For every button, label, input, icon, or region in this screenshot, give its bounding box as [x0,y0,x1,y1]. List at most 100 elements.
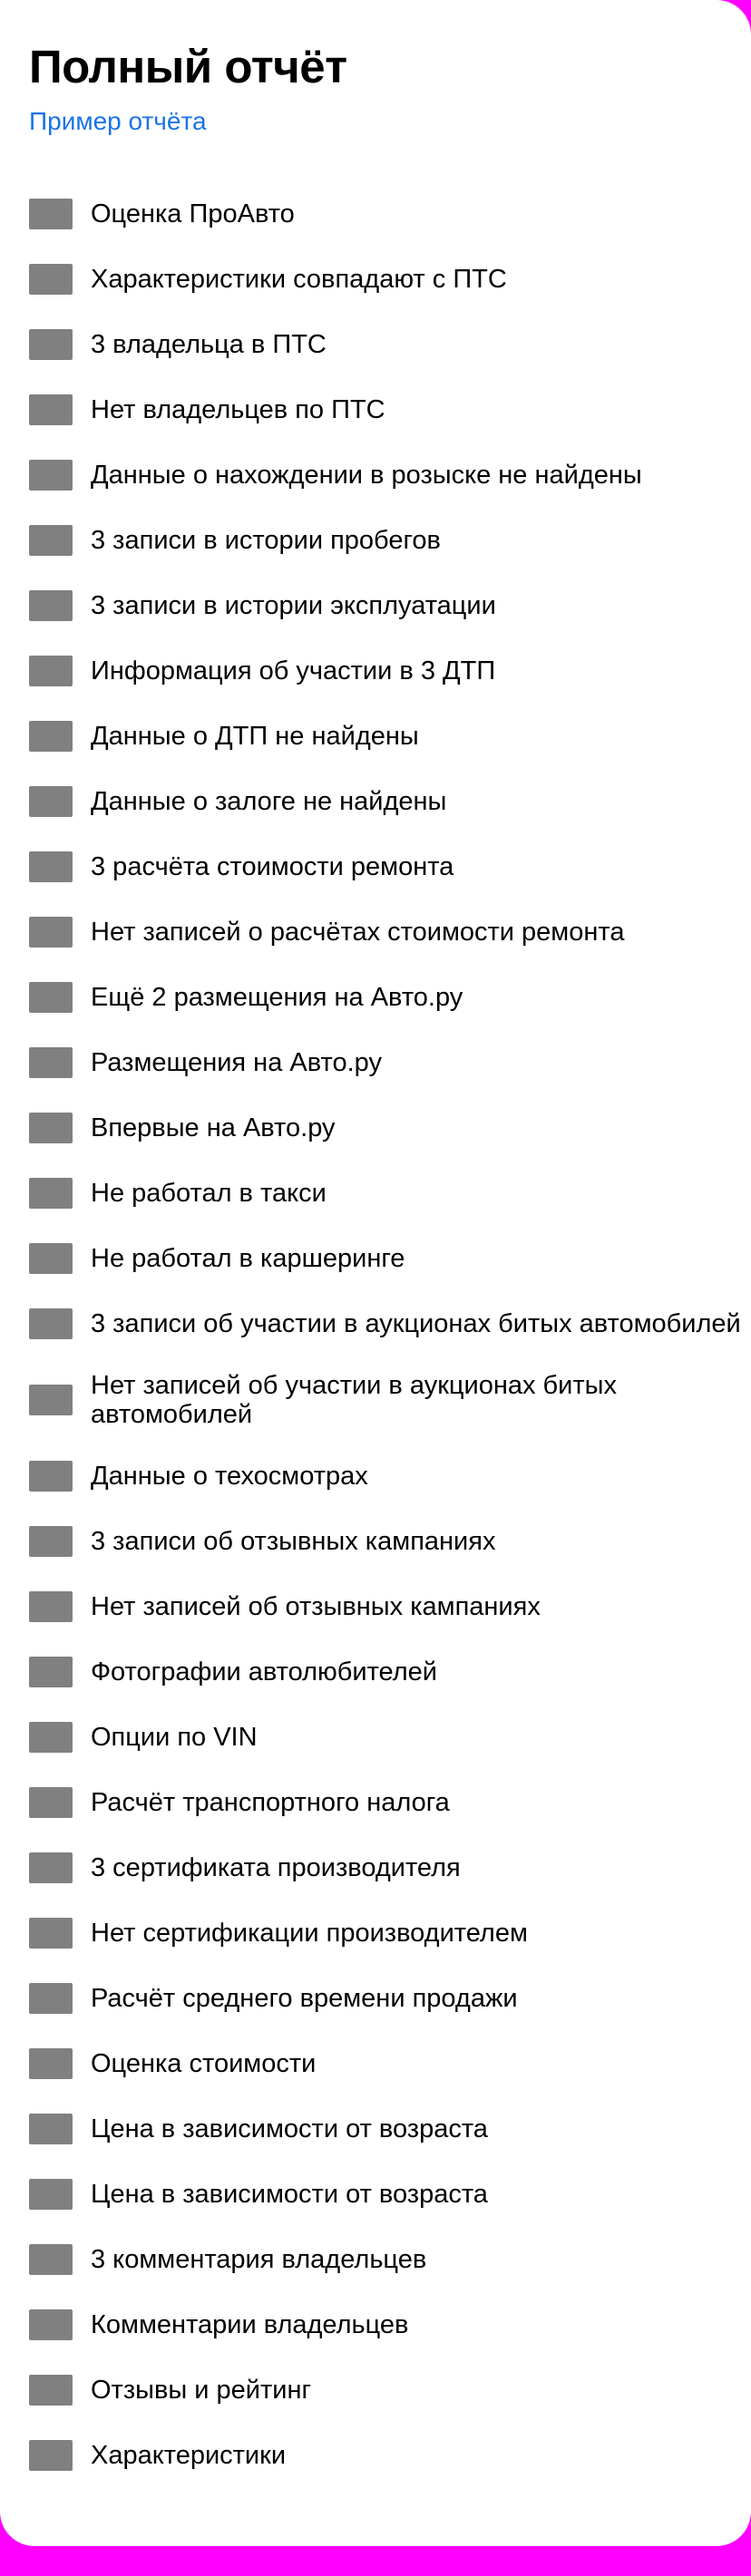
report-item-label: Ещё 2 размещения на Авто.ру [91,983,463,1012]
report-item-label: 3 владельца в ПТС [91,330,327,359]
report-item-label: Характеристики совпадают с ПТС [91,265,507,294]
report-card: Полный отчёт Пример отчёта Оценка ПроАвт… [0,0,751,2546]
placeholder-icon [29,1243,73,1274]
report-item-label: 3 комментария владельцев [91,2245,427,2274]
report-item-label: Данные о ДТП не найдены [91,722,419,751]
placeholder-icon [29,264,73,295]
placeholder-icon [29,1657,73,1687]
placeholder-icon [29,2179,73,2210]
report-item-label: Нет записей об отзывных кампаниях [91,1592,541,1621]
placeholder-icon [29,394,73,425]
report-item: Нет записей об отзывных кампаниях [29,1574,751,1639]
placeholder-icon [29,1591,73,1622]
placeholder-icon [29,199,73,229]
placeholder-icon [29,329,73,360]
report-item: Цена в зависимости от возраста [29,2162,751,2227]
placeholder-icon [29,2244,73,2275]
placeholder-icon [29,1787,73,1818]
report-item-label: 3 записи в истории эксплуатации [91,591,496,620]
placeholder-icon [29,786,73,817]
report-item-label: Нет записей об участии в аукционах битых… [91,1371,617,1429]
placeholder-icon [29,2375,73,2406]
report-item-label: Расчёт транспортного налога [91,1788,450,1817]
report-item-label: Фотографии автолюбителей [91,1657,437,1687]
report-item: Нет записей об участии в аукционах битых… [29,1356,751,1444]
report-item: 3 записи об участии в аукционах битых ав… [29,1291,751,1356]
report-item: 3 записи в истории эксплуатации [29,573,751,638]
report-item-label: Оценка стоимости [91,2049,317,2078]
report-item: Оценка ПроАвто [29,181,751,247]
report-item-label: Оценка ПроАвто [91,199,295,228]
report-item: Характеристики совпадают с ПТС [29,247,751,312]
report-item: Не работал в каршеринге [29,1226,751,1291]
report-item-label: Данные о техосмотрах [91,1462,368,1491]
report-item-label: 3 записи об участии в аукционах битых ав… [91,1309,741,1338]
report-item-label: Не работал в каршеринге [91,1244,405,1273]
report-item-label: Характеристики [91,2441,287,2470]
report-item-label: 3 расчёта стоимости ремонта [91,852,454,881]
report-item: Данные о ДТП не найдены [29,704,751,769]
report-item-label: Данные о залоге не найдены [91,787,447,816]
report-item: Данные о техосмотрах [29,1444,751,1509]
report-item-label: Не работал в такси [91,1179,327,1208]
report-item: Расчёт транспортного налога [29,1770,751,1835]
placeholder-icon [29,1308,73,1339]
placeholder-icon [29,2114,73,2144]
placeholder-icon [29,2309,73,2340]
placeholder-icon [29,525,73,556]
placeholder-icon [29,1526,73,1557]
report-items-list: Оценка ПроАвто Характеристики совпадают с… [29,181,751,2488]
report-item: Отзывы и рейтинг [29,2357,751,2423]
report-item-label: 3 записи в истории пробегов [91,526,441,555]
placeholder-icon [29,851,73,882]
report-item-label: Комментарии владельцев [91,2310,409,2339]
report-item: Оценка стоимости [29,2031,751,2096]
report-item: 3 комментария владельцев [29,2227,751,2292]
report-item-label: Нет сертификации производителем [91,1919,528,1948]
placeholder-icon [29,460,73,491]
report-item-label: Расчёт среднего времени продажи [91,1984,518,2013]
placeholder-icon [29,1461,73,1492]
report-item: Цена в зависимости от возраста [29,2096,751,2162]
placeholder-icon [29,1113,73,1143]
report-item-label: Отзывы и рейтинг [91,2376,312,2405]
report-item: Информация об участии в 3 ДТП [29,638,751,704]
report-item-label: Информация об участии в 3 ДТП [91,656,496,685]
report-item: Не работал в такси [29,1161,751,1226]
report-item: Нет сертификации производителем [29,1900,751,1966]
placeholder-icon [29,590,73,621]
report-item: Расчёт среднего времени продажи [29,1966,751,2031]
placeholder-icon [29,1178,73,1209]
report-item: Комментарии владельцев [29,2292,751,2357]
placeholder-icon [29,1385,73,1415]
placeholder-icon [29,1983,73,2014]
report-item: Данные о залоге не найдены [29,769,751,834]
report-item: 3 владельца в ПТС [29,312,751,377]
report-item: Размещения на Авто.ру [29,1030,751,1095]
placeholder-icon [29,917,73,948]
report-item: 3 сертификата производителя [29,1835,751,1900]
placeholder-icon [29,1047,73,1078]
report-item-label: Нет записей о расчётах стоимости ремонта [91,918,625,947]
report-item: Впервые на Авто.ру [29,1095,751,1161]
report-item: Нет записей о расчётах стоимости ремонта [29,899,751,965]
report-item: 3 записи об отзывных кампаниях [29,1509,751,1574]
report-item-label: Опции по VIN [91,1723,258,1752]
report-item: 3 записи в истории пробегов [29,508,751,573]
placeholder-icon [29,656,73,686]
report-item-label: Цена в зависимости от возраста [91,2114,488,2143]
report-item-label: Впервые на Авто.ру [91,1113,336,1142]
placeholder-icon [29,2440,73,2471]
report-item: Ещё 2 размещения на Авто.ру [29,965,751,1030]
report-item-label: 3 записи об отзывных кампаниях [91,1527,496,1556]
placeholder-icon [29,2048,73,2079]
placeholder-icon [29,1918,73,1949]
report-item: Фотографии автолюбителей [29,1639,751,1705]
sample-report-link[interactable]: Пример отчёта [29,106,207,137]
report-item: Данные о нахождении в розыске не найдены [29,442,751,508]
placeholder-icon [29,721,73,752]
report-item: Характеристики [29,2423,751,2488]
report-item-label: Нет владельцев по ПТС [91,395,385,424]
placeholder-icon [29,982,73,1013]
report-item-label: Данные о нахождении в розыске не найдены [91,461,642,490]
